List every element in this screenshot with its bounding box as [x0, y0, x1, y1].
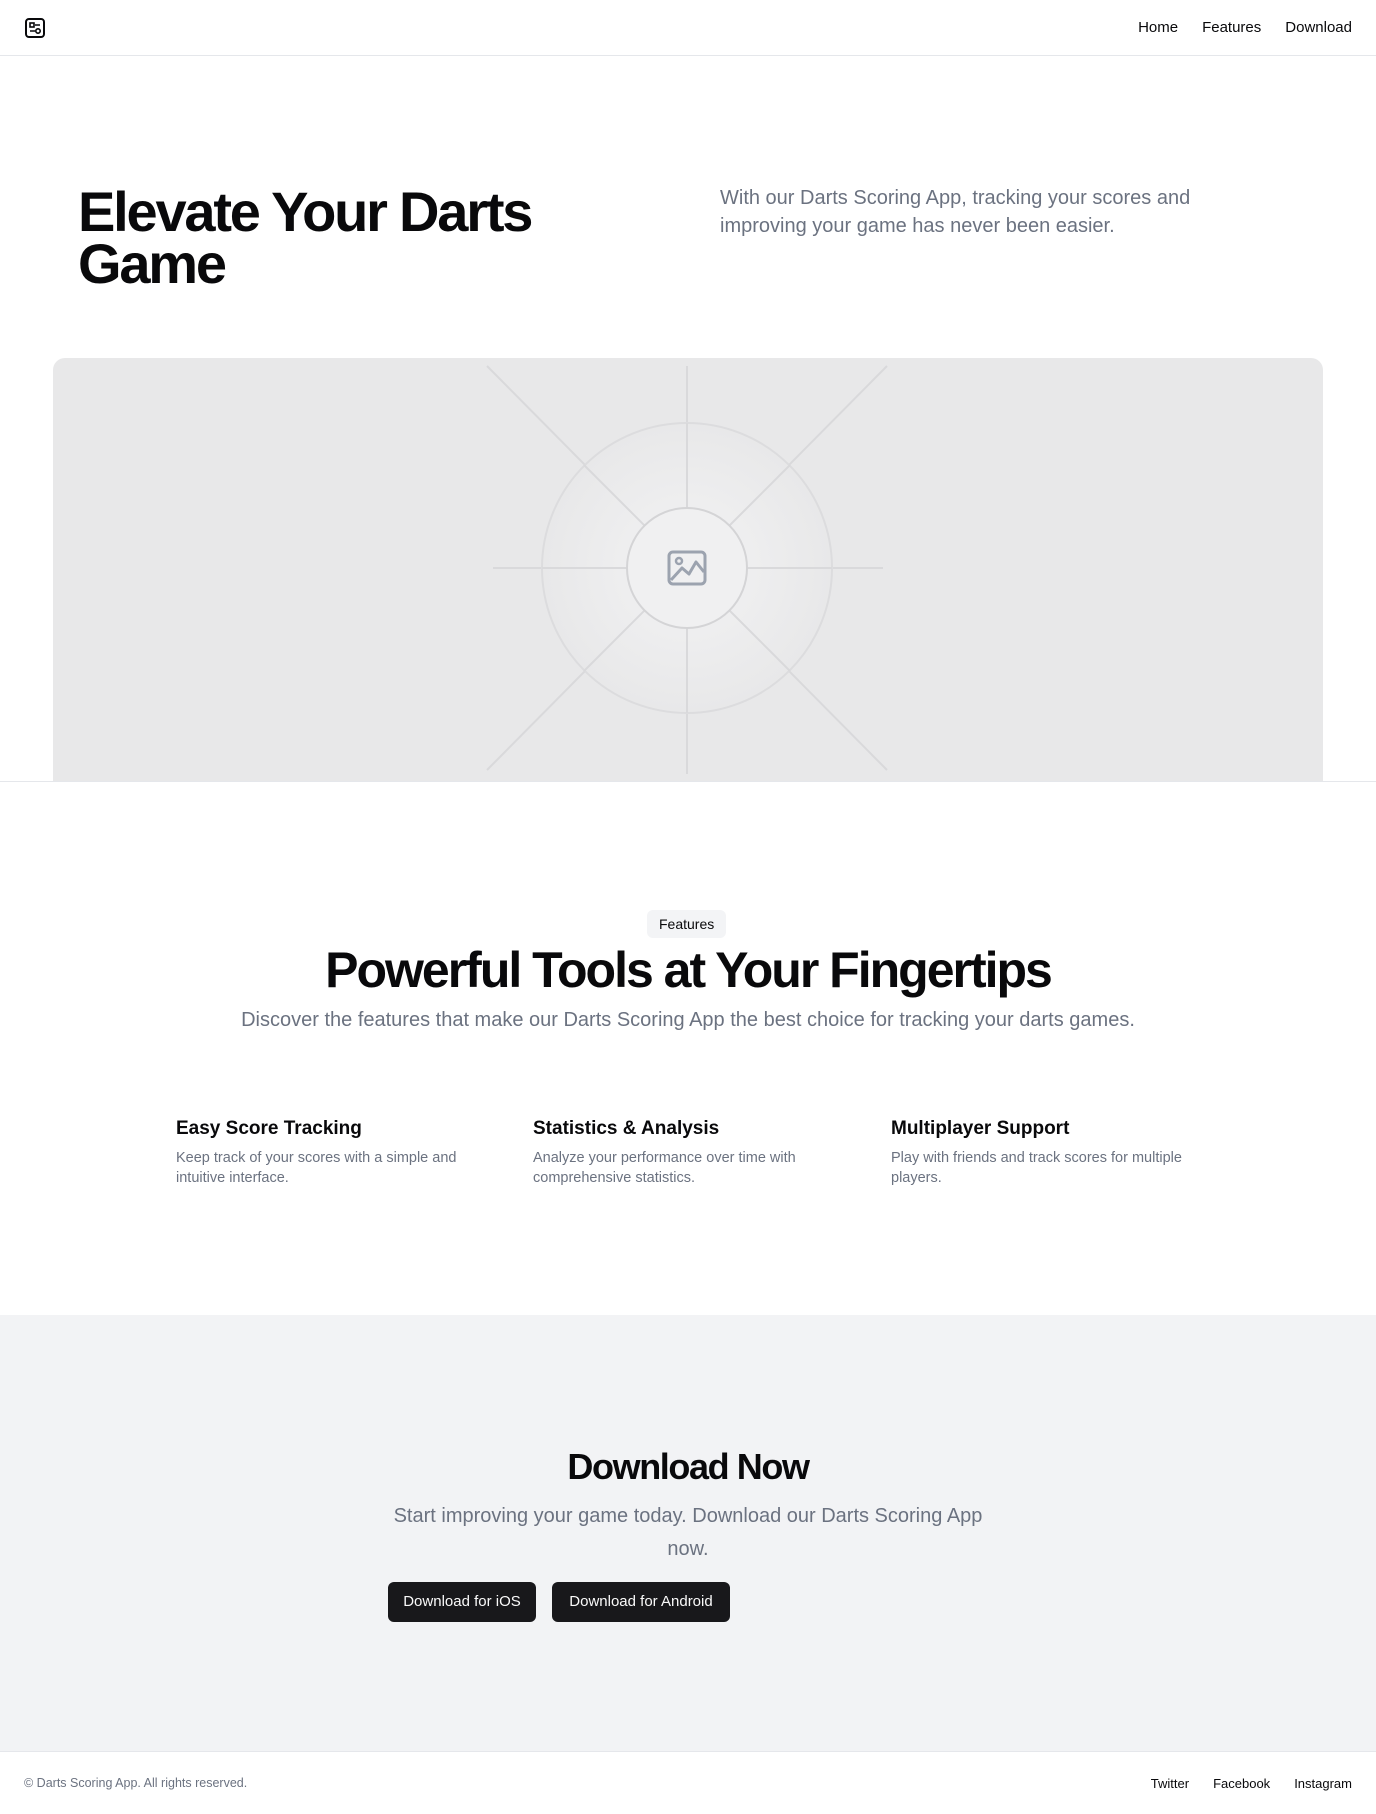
app-logo-icon[interactable] [24, 17, 46, 39]
feature-text: Play with friends and track scores for m… [891, 1150, 1182, 1186]
section-divider [0, 781, 1376, 782]
hero-description: With our Darts Scoring App, tracking you… [720, 187, 1191, 237]
site-header: Home Features Download [0, 0, 1376, 56]
footer-facebook-link[interactable]: Facebook [1213, 1776, 1270, 1791]
feature-text: Keep track of your scores with a simple … [176, 1150, 457, 1186]
download-title: Download Now [567, 1446, 810, 1487]
features-badge: Features [647, 910, 727, 938]
main-nav: Home Features Download [1138, 19, 1352, 36]
hero-image-placeholder [53, 358, 1323, 782]
footer-twitter-link[interactable]: Twitter [1151, 1776, 1189, 1791]
download-android-button[interactable]: Download for Android [552, 1582, 730, 1622]
download-description: Start improving your game today. Downloa… [393, 1505, 983, 1560]
copyright-text: © Darts Scoring App. All rights reserved… [24, 1776, 248, 1790]
site-footer: © Darts Scoring App. All rights reserved… [0, 1751, 1376, 1814]
features-title: Powerful Tools at Your Fingertips [325, 942, 1053, 998]
feature-card-score-tracking: Easy Score Tracking Keep track of your s… [176, 1116, 486, 1188]
feature-title: Easy Score Tracking [176, 1118, 362, 1139]
download-ios-button[interactable]: Download for iOS [388, 1582, 536, 1622]
nav-features-link[interactable]: Features [1202, 19, 1261, 36]
feature-title: Multiplayer Support [891, 1118, 1070, 1139]
hero-title: Elevate Your Darts Game [78, 180, 533, 295]
nav-home-link[interactable]: Home [1138, 19, 1178, 36]
image-placeholder-icon [667, 548, 707, 588]
download-section: Download Now Start improving your game t… [0, 1315, 1376, 1751]
features-description: Discover the features that make our Dart… [241, 1009, 1135, 1031]
feature-card-statistics: Statistics & Analysis Analyze your perfo… [533, 1116, 843, 1188]
nav-download-link[interactable]: Download [1285, 19, 1352, 36]
feature-title: Statistics & Analysis [533, 1118, 720, 1139]
footer-instagram-link[interactable]: Instagram [1294, 1776, 1352, 1791]
footer-links: Twitter Facebook Instagram [1151, 1776, 1352, 1791]
feature-card-multiplayer: Multiplayer Support Play with friends an… [891, 1116, 1201, 1188]
feature-text: Analyze your performance over time with … [533, 1150, 796, 1186]
